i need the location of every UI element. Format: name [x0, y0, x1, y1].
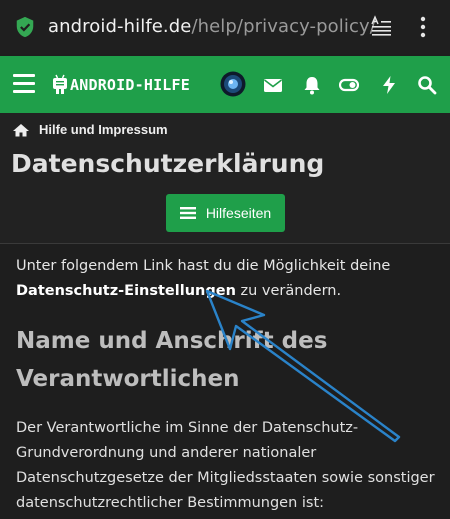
- user-avatar[interactable]: [220, 71, 246, 97]
- page-title: Datenschutzerklärung: [11, 149, 325, 178]
- list-icon: [179, 207, 196, 219]
- url-path: /help/privacy-policy/: [191, 16, 376, 37]
- intro-before: Unter folgendem Link hast du die Möglich…: [16, 258, 391, 274]
- intro-text: Unter folgendem Link hast du die Möglich…: [16, 254, 436, 304]
- shield-check-icon[interactable]: [14, 16, 36, 38]
- help-pages-button[interactable]: Hilfeseiten: [166, 194, 285, 232]
- menu-icon[interactable]: [13, 74, 35, 93]
- section-heading: Name und Anschrift des Verantwortlichen: [16, 328, 328, 392]
- envelope-icon[interactable]: [263, 75, 283, 95]
- site-logo[interactable]: ANDROID-HILFE: [52, 73, 190, 97]
- bolt-icon[interactable]: [379, 75, 399, 95]
- android-logo-icon: [53, 74, 67, 94]
- breadcrumb-label[interactable]: Hilfe und Impressum: [39, 122, 168, 137]
- url-text[interactable]: android-hilfe.de/help/privacy-policy/: [48, 16, 376, 37]
- toggle-icon[interactable]: [339, 75, 359, 95]
- reader-mode-icon[interactable]: [370, 15, 392, 39]
- browser-address-bar[interactable]: android-hilfe.de/help/privacy-policy/: [0, 0, 450, 54]
- intro-after: zu verändern.: [235, 283, 342, 299]
- section-paragraph: Der Verantwortliche im Sinne der Datensc…: [16, 420, 435, 511]
- home-icon[interactable]: [12, 123, 30, 137]
- privacy-settings-link[interactable]: Datenschutz-Einstellungen: [16, 283, 236, 299]
- bell-icon[interactable]: [302, 75, 322, 95]
- kebab-menu-icon[interactable]: [416, 16, 430, 38]
- search-icon[interactable]: [417, 75, 437, 95]
- help-pages-label: Hilfeseiten: [205, 205, 272, 221]
- url-host: android-hilfe.de: [48, 16, 192, 37]
- breadcrumb[interactable]: Hilfe und Impressum: [12, 122, 168, 137]
- logo-text: ANDROID-HILFE: [70, 76, 190, 94]
